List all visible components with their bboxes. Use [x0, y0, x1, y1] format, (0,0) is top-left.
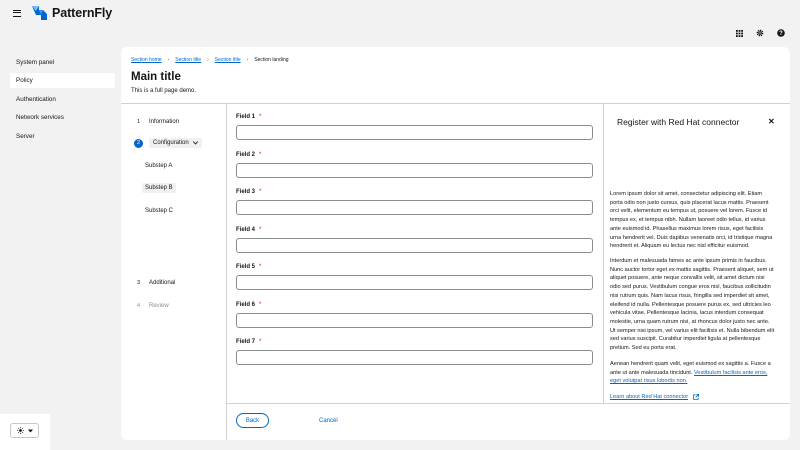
breadcrumb-link[interactable]: Section title: [175, 57, 201, 63]
cancel-button[interactable]: Cancel: [319, 418, 338, 424]
chevron-right-icon: ›: [167, 57, 170, 63]
form-field: Field 3 *: [236, 189, 593, 217]
field-3-input[interactable]: [236, 200, 593, 215]
field-label: Field 1 *: [236, 114, 593, 123]
field-7-input[interactable]: [236, 350, 593, 365]
chevron-right-icon: ›: [246, 57, 249, 63]
wizard-step-configuration[interactable]: 2 Configuration: [134, 138, 202, 148]
drawer-paragraph: Aenean hendrerit quam velit, eget euismo…: [610, 361, 771, 385]
masthead: PatternFly ?: [0, 0, 800, 38]
drawer-title: Register with Red Hat connector: [617, 117, 740, 127]
required-indicator: *: [259, 339, 262, 345]
wizard-substep-b[interactable]: Substep B: [142, 183, 176, 193]
sidebar-item-system-panel[interactable]: System panel: [10, 55, 115, 70]
step-label: Information: [149, 118, 180, 125]
step-label: Additional: [149, 279, 176, 286]
svg-text:?: ?: [779, 31, 783, 37]
step-number: 1: [136, 118, 141, 125]
field-6-input[interactable]: [236, 313, 593, 328]
step-number: 2: [134, 138, 143, 148]
toolbar-icons: ?: [734, 28, 786, 38]
sun-icon: [16, 427, 24, 434]
breadcrumb-current: Section landing: [254, 57, 289, 63]
step-number: 3: [136, 279, 141, 286]
form-field: Field 7 *: [236, 339, 593, 367]
sidebar-item-authentication[interactable]: Authentication: [10, 92, 115, 107]
form-field: Field 2 *: [236, 152, 593, 180]
learn-more-link[interactable]: Learn about Red Hat connector: [610, 394, 700, 400]
wizard-footer: Back Cancel: [236, 413, 338, 428]
patternfly-logo-icon: [32, 6, 47, 20]
external-link-icon: [693, 394, 700, 400]
field-label: Field 7 *: [236, 339, 593, 348]
breadcrumb: Section home › Section title › Section t…: [131, 57, 289, 63]
field-label: Field 6 *: [236, 302, 593, 311]
wizard-step-additional[interactable]: 3 Additional: [134, 278, 175, 287]
brand-name: PatternFly: [52, 6, 113, 20]
wizard-substep-a[interactable]: Substep A: [142, 161, 175, 171]
drawer-panel: Register with Red Hat connector ✕ Lorem …: [604, 104, 790, 403]
hamburger-menu-icon[interactable]: [13, 10, 21, 17]
drawer-paragraph: Interdum et malesuada fames ac ante ipsu…: [610, 258, 775, 352]
required-indicator: *: [259, 302, 262, 308]
wizard-step-information[interactable]: 1 Information: [134, 117, 179, 126]
caret-down-icon: [27, 429, 33, 432]
field-4-input[interactable]: [236, 238, 593, 253]
help-icon[interactable]: ?: [776, 28, 786, 38]
theme-toggle-button[interactable]: [10, 423, 39, 438]
required-indicator: *: [259, 189, 262, 195]
main-card: Section home › Section title › Section t…: [121, 47, 790, 440]
gear-icon[interactable]: [755, 28, 765, 38]
required-indicator: *: [259, 152, 262, 158]
wizard-substep-c[interactable]: Substep C: [142, 206, 176, 216]
sidebar-item-network-services[interactable]: Network services: [10, 110, 115, 125]
required-indicator: *: [259, 227, 262, 233]
field-label: Field 3 *: [236, 189, 593, 198]
field-1-input[interactable]: [236, 125, 593, 140]
form-field: Field 5 *: [236, 264, 593, 292]
sidebar-item-server[interactable]: Server: [10, 129, 115, 144]
required-indicator: *: [259, 264, 262, 270]
form-field: Field 1 *: [236, 114, 593, 142]
brand-logo[interactable]: PatternFly: [31, 5, 112, 21]
breadcrumb-link[interactable]: Section title: [215, 57, 241, 63]
drawer-paragraph: Lorem ipsum dolor sit amet, consectetur …: [610, 191, 773, 250]
wizard-step-review: 4 Review: [134, 301, 169, 310]
step-label: Review: [149, 302, 169, 309]
back-button[interactable]: Back: [236, 413, 269, 428]
required-indicator: *: [259, 114, 262, 120]
chevron-right-icon: ›: [207, 57, 209, 63]
form-field: Field 6 *: [236, 302, 593, 330]
form-field: Field 4 *: [236, 227, 593, 255]
page-title: Main title: [131, 71, 181, 83]
grid-icon[interactable]: [734, 28, 744, 38]
field-2-input[interactable]: [236, 163, 593, 178]
chevron-down-icon: [192, 141, 198, 145]
divider: [226, 104, 227, 440]
breadcrumb-link[interactable]: Section home: [131, 57, 162, 63]
step-label: Configuration: [149, 138, 202, 148]
close-icon[interactable]: ✕: [768, 117, 775, 126]
field-5-input[interactable]: [236, 275, 593, 290]
divider: [227, 403, 790, 404]
step-number: 4: [136, 302, 141, 309]
field-label: Field 5 *: [236, 264, 593, 273]
page-description: This is a full page demo.: [131, 88, 197, 94]
sidebar-item-policy[interactable]: Policy: [10, 73, 115, 88]
field-label: Field 4 *: [236, 227, 593, 236]
field-label: Field 2 *: [236, 152, 593, 161]
